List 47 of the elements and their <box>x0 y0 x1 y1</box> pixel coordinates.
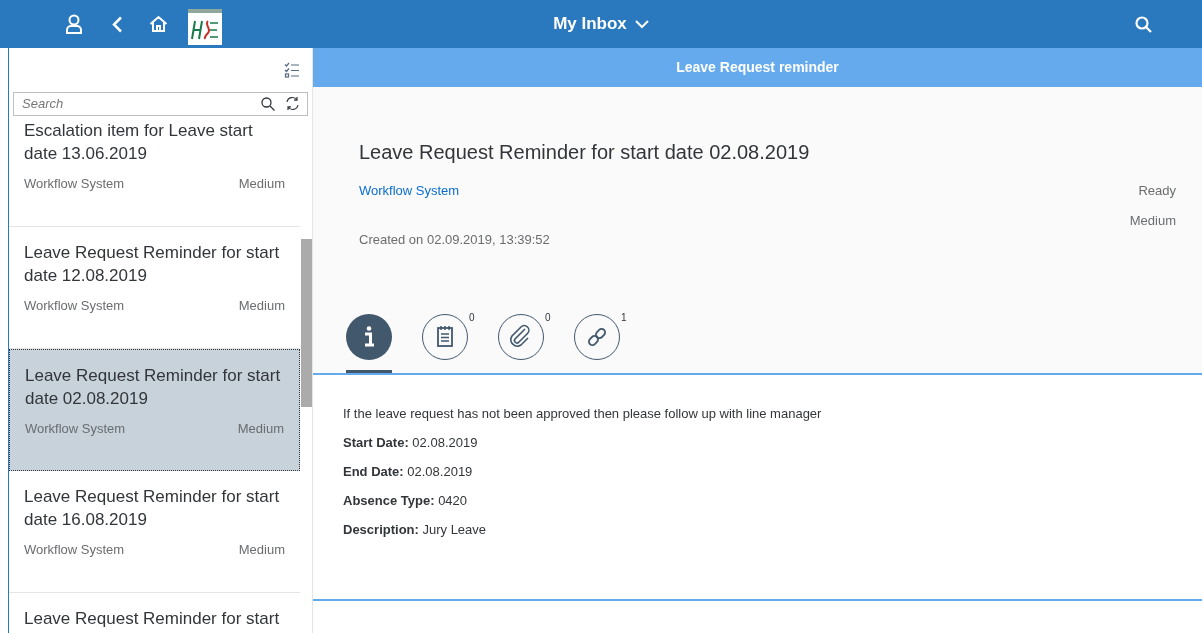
tab-count: 0 <box>545 311 551 325</box>
chevron-down-icon <box>634 19 649 29</box>
user-icon[interactable] <box>65 14 83 34</box>
description-text: If the leave request has not been approved then please follow up with line manager <box>343 405 823 423</box>
priority-text: Medium <box>238 175 285 193</box>
info-icon <box>346 314 392 360</box>
priority-text: Medium <box>238 297 285 315</box>
task-title: Leave Request Reminder for start date 16.08.2019 <box>24 486 281 531</box>
task-list-item[interactable]: Escalation item for Leave start date 13.06.2019 Workflow System Medium <box>9 117 300 227</box>
task-list-item[interactable]: Leave Request Reminder for start <box>9 593 300 633</box>
detail-header-title: Leave Request reminder <box>676 58 839 77</box>
task-list-item[interactable]: Leave Request Reminder for start date 16.08.2019 Workflow System Medium <box>9 471 300 593</box>
priority-text: Medium <box>237 420 284 438</box>
home-icon[interactable] <box>149 15 168 33</box>
task-title: Leave Request Reminder for start date 02.08.2019 <box>359 140 811 165</box>
field-text: Description: Jury Leave <box>343 521 488 539</box>
back-icon[interactable] <box>111 16 123 33</box>
created-text: Created on 02.09.2019, 13:39:52 <box>359 231 551 249</box>
creator-text: Workflow System <box>24 297 125 315</box>
paperclip-icon <box>498 314 544 360</box>
multi-select-icon[interactable] <box>284 61 300 78</box>
creator-text: Workflow System <box>24 541 125 559</box>
notepad-icon <box>422 314 468 360</box>
field-text: Absence Type: 0420 <box>343 492 469 510</box>
tab[interactable] <box>346 314 392 373</box>
priority-text: Medium <box>1129 211 1176 230</box>
task-title: Leave Request Reminder for start <box>24 608 281 630</box>
creator-text: Workflow System <box>25 420 126 438</box>
scrollbar[interactable] <box>301 239 312 407</box>
task-title: Leave Request Reminder for start date 12.08.2019 <box>24 242 281 287</box>
search-icon[interactable] <box>261 96 275 111</box>
task-title: Leave Request Reminder for start date 02.08.2019 <box>25 365 282 410</box>
status-text: Ready <box>1138 182 1176 200</box>
tab-count: 1 <box>621 311 627 325</box>
logo <box>188 9 222 45</box>
priority-text: Medium <box>238 541 285 559</box>
field-text: End Date: 02.08.2019 <box>343 463 474 481</box>
tab-count: 0 <box>469 311 475 325</box>
creator-link[interactable]: Workflow System <box>359 181 460 230</box>
task-list-item[interactable]: Leave Request Reminder for start date 02.08.2019 Workflow System Medium <box>9 349 300 471</box>
link-icon <box>574 314 620 360</box>
field-text: Start Date: 02.08.2019 <box>343 434 479 452</box>
inbox-title-menu[interactable]: My Inbox <box>553 11 649 37</box>
creator-text: Workflow System <box>24 175 125 193</box>
task-title: Escalation item for Leave start date 13.06.2019 <box>24 120 254 165</box>
refresh-icon[interactable] <box>285 96 300 111</box>
search-field[interactable]: Search <box>13 91 308 116</box>
